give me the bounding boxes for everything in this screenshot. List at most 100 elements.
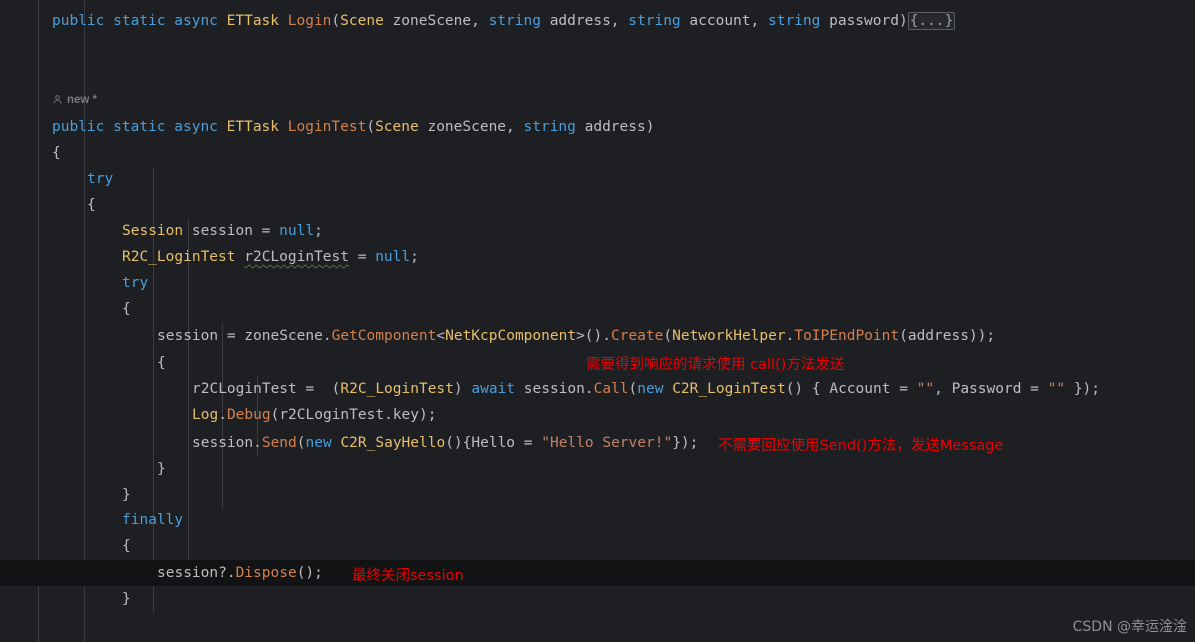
code-token: string bbox=[767, 13, 821, 29]
code-token: Create bbox=[610, 328, 664, 344]
code-token: session = zoneScene. bbox=[157, 328, 332, 344]
code-token: LoginTest bbox=[287, 119, 367, 135]
code-token: ETTask bbox=[226, 13, 280, 29]
line-login-signature[interactable]: public static async ETTask Login(Scene z… bbox=[0, 8, 956, 34]
line-method-open-brace[interactable]: { bbox=[0, 140, 61, 166]
code-token: (r2CLoginTest.key); bbox=[270, 407, 437, 423]
code-token: async bbox=[174, 13, 218, 29]
code-token: string bbox=[488, 13, 541, 29]
screenshot-root: 2 usages 2 changes public static async E… bbox=[0, 0, 1195, 642]
csdn-watermark: CSDN @幸运淦淦 bbox=[1072, 619, 1187, 635]
code-token: C2R_LoginTest bbox=[672, 381, 786, 397]
line-content: session?.Dispose(); bbox=[0, 565, 323, 581]
code-token: ( bbox=[366, 119, 376, 135]
code-token: Scene bbox=[375, 119, 419, 135]
code-token: ; bbox=[410, 249, 419, 265]
code-token: string bbox=[628, 13, 681, 29]
line-content: } bbox=[0, 487, 131, 503]
annotation-send-method: 不需要回应使用Send()方法，发送Message bbox=[718, 438, 1004, 454]
code-token: string bbox=[523, 119, 576, 135]
line-session-send[interactable]: session.Send(new C2R_SayHello(){Hello = … bbox=[0, 430, 698, 456]
line-logintest-signature[interactable]: public static async ETTask LoginTest(Sce… bbox=[0, 114, 654, 140]
line-content: { bbox=[0, 301, 131, 317]
code-token: R2C_LoginTest bbox=[340, 381, 454, 397]
line-try-inner-open[interactable]: { bbox=[0, 296, 131, 322]
line-content: Session session = null; bbox=[0, 223, 323, 239]
code-token: { bbox=[87, 197, 96, 213]
code-token: C2R_SayHello bbox=[340, 435, 446, 451]
code-token: "Hello Server!" bbox=[541, 435, 673, 451]
code-token: >(). bbox=[576, 328, 611, 344]
code-token: null bbox=[375, 249, 411, 265]
line-content: r2CLoginTest = (R2C_LoginTest) await ses… bbox=[0, 381, 1100, 397]
annotation-close-session: 最终关闭session bbox=[352, 568, 464, 584]
line-try-outer[interactable]: try bbox=[0, 166, 113, 192]
code-token: { bbox=[122, 538, 131, 554]
code-token: null bbox=[279, 223, 315, 239]
code-token: , Password = bbox=[934, 381, 1048, 397]
code-token: { bbox=[122, 301, 131, 317]
code-token: (){Hello = bbox=[445, 435, 542, 451]
code-token: new bbox=[305, 435, 332, 451]
code-token: (address)); bbox=[899, 328, 996, 344]
code-token: try bbox=[122, 275, 149, 291]
code-token: . bbox=[218, 407, 227, 423]
code-token: Log bbox=[192, 407, 219, 423]
code-token: }); bbox=[1065, 381, 1101, 397]
code-token: r2CLoginTest = ( bbox=[192, 381, 341, 397]
line-try-inner-close[interactable]: } bbox=[0, 482, 131, 508]
line-r2cLoginTest-decl[interactable]: R2C_LoginTest r2CLoginTest = null; bbox=[0, 244, 419, 270]
code-token: R2C_LoginTest bbox=[122, 249, 236, 265]
code-token: } bbox=[157, 461, 166, 477]
line-finally[interactable]: finally bbox=[0, 507, 183, 533]
line-content: { bbox=[0, 197, 96, 213]
line-content: Log.Debug(r2CLoginTest.key); bbox=[0, 407, 436, 423]
usages-changes-hint: 2 usages 2 changes bbox=[52, 0, 167, 5]
line-session-dispose[interactable]: session?.Dispose(); bbox=[0, 560, 323, 586]
code-token: zoneScene, bbox=[383, 13, 489, 29]
code-token: new bbox=[637, 381, 664, 397]
code-token: {...} bbox=[907, 12, 956, 30]
line-content: try bbox=[0, 171, 113, 187]
code-token: "" bbox=[1047, 381, 1066, 397]
line-try-outer-open[interactable]: { bbox=[0, 192, 96, 218]
line-log-debug[interactable]: Log.Debug(r2CLoginTest.key); bbox=[0, 402, 436, 428]
code-token: } bbox=[122, 591, 131, 607]
code-token: account, bbox=[680, 13, 768, 29]
code-token: GetComponent bbox=[331, 328, 437, 344]
line-finally-close[interactable]: } bbox=[0, 586, 131, 612]
code-token: public bbox=[52, 13, 105, 29]
inlay-new-author[interactable]: new * bbox=[52, 90, 97, 112]
line-content: public static async ETTask LoginTest(Sce… bbox=[0, 119, 654, 135]
code-token: "" bbox=[916, 381, 935, 397]
person-icon bbox=[52, 92, 63, 112]
line-content: public static async ETTask Login(Scene z… bbox=[0, 12, 956, 30]
code-editor-surface[interactable]: 2 usages 2 changes public static async E… bbox=[0, 0, 1195, 642]
line-content: session = zoneScene.GetComponent<NetKcpC… bbox=[0, 328, 995, 344]
code-token: { bbox=[52, 145, 61, 161]
line-content: R2C_LoginTest r2CLoginTest = null; bbox=[0, 249, 419, 265]
line-block-open[interactable]: { bbox=[0, 350, 166, 376]
line-try-inner[interactable]: try bbox=[0, 270, 148, 296]
code-token: address, bbox=[540, 13, 629, 29]
line-call-login[interactable]: r2CLoginTest = (R2C_LoginTest) await ses… bbox=[0, 376, 1100, 402]
code-token: < bbox=[436, 328, 446, 344]
line-session-create[interactable]: session = zoneScene.GetComponent<NetKcpC… bbox=[0, 323, 995, 349]
code-token: finally bbox=[122, 512, 184, 528]
line-finally-open[interactable]: { bbox=[0, 533, 131, 559]
code-token: = bbox=[349, 249, 376, 265]
code-token: () { Account = bbox=[785, 381, 917, 397]
code-token: Scene bbox=[340, 13, 384, 29]
line-block-close[interactable]: } bbox=[0, 456, 166, 482]
code-token: Send bbox=[261, 435, 297, 451]
line-session-decl[interactable]: Session session = null; bbox=[0, 218, 323, 244]
code-token: ( bbox=[628, 381, 638, 397]
